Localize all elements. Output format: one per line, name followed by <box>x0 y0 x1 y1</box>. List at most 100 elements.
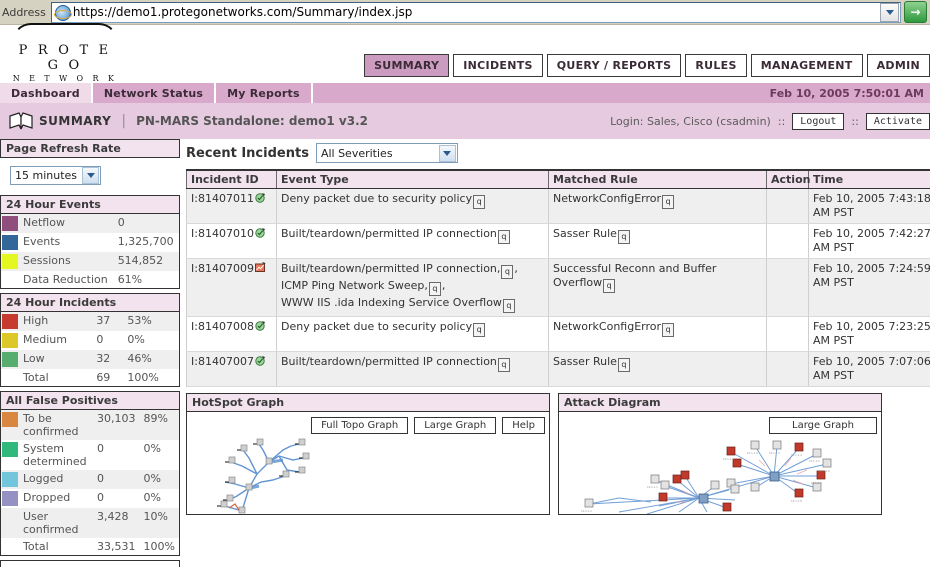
nav-tab-management[interactable]: MANAGEMENT <box>751 54 863 77</box>
column-header-action[interactable]: Action <box>767 170 809 189</box>
query-icon[interactable]: q <box>503 299 515 313</box>
table-row[interactable]: I:81407008 Deny packet due to security p… <box>187 317 930 352</box>
legend-swatch-system-determined <box>1 440 19 470</box>
table-row[interactable]: I:81407009 Built/teardown/permitted IP c… <box>187 259 930 317</box>
query-icon[interactable]: q <box>618 358 630 372</box>
event-type-text: Built/teardown/permitted IP connection <box>281 227 497 240</box>
incident-id[interactable]: I:81407009 <box>191 262 254 275</box>
column-header-matched-rule[interactable]: Matched Rule <box>549 170 767 189</box>
green-check-icon[interactable] <box>255 355 266 366</box>
matched-rule-cell[interactable]: NetworkConfigErrorq <box>549 317 767 352</box>
table-row[interactable]: Logged 0 0% <box>1 470 179 489</box>
event-type-cell[interactable]: Built/teardown/permitted IP connection,q… <box>277 259 549 317</box>
severity-filter-select[interactable]: All Severities <box>316 143 458 163</box>
table-row[interactable]: User confirmed 3,428 10% <box>1 508 179 538</box>
query-icon[interactable]: q <box>662 323 674 337</box>
incident-id[interactable]: I:81407011 <box>191 192 254 205</box>
table-row[interactable]: Medium 0 0% <box>1 331 179 350</box>
event-type-cell[interactable]: Built/teardown/permitted IP connectionq <box>277 352 549 387</box>
activate-button[interactable]: Activate <box>866 113 930 130</box>
green-check-icon[interactable] <box>255 320 266 331</box>
query-icon[interactable]: q <box>603 279 615 293</box>
hotspot-large-graph-button[interactable]: Large Graph <box>414 417 496 434</box>
incident-id[interactable]: I:81407010 <box>191 227 254 240</box>
fp-value: 0 <box>93 440 140 470</box>
query-icon[interactable]: q <box>429 282 441 296</box>
full-topo-graph-button[interactable]: Full Topo Graph <box>311 417 408 434</box>
address-url-text: https://demo1.protegonetworks.com/Summar… <box>73 5 879 19</box>
matched-rule-cell[interactable]: Sasser Ruleq <box>549 352 767 387</box>
svg-text:10.2.1.1: 10.2.1.1 <box>647 485 658 489</box>
table-row[interactable]: I:81407010 Built/teardown/permitted IP c… <box>187 224 930 259</box>
nav-tab-query-reports[interactable]: QUERY / REPORTS <box>547 54 682 77</box>
subnav-tab-my-reports[interactable]: My Reports <box>216 83 313 103</box>
header-timestamp: Feb 10, 2005 7:50:01 AM <box>770 83 924 103</box>
query-icon[interactable]: q <box>662 195 674 209</box>
query-icon[interactable]: q <box>498 358 510 372</box>
subnav-tab-network-status[interactable]: Network Status <box>93 83 216 103</box>
query-icon[interactable]: q <box>473 195 485 209</box>
table-row[interactable]: I:81407011 Deny packet due to security p… <box>187 189 930 224</box>
incident-id-cell[interactable]: I:81407010 <box>187 224 277 259</box>
column-header-event-type[interactable]: Event Type <box>277 170 549 189</box>
hotspot-graph-canvas[interactable] <box>187 436 549 514</box>
subnav-tab-dashboard[interactable]: Dashboard <box>0 83 93 103</box>
logout-button[interactable]: Logout <box>792 113 844 130</box>
table-row[interactable]: Low 32 46% <box>1 350 179 369</box>
event-type-cell[interactable]: Deny packet due to security policyq <box>277 317 549 352</box>
column-header-time[interactable]: Time <box>809 170 930 189</box>
green-check-icon[interactable] <box>255 192 266 203</box>
red-chart-icon[interactable] <box>255 262 266 273</box>
table-row[interactable]: Dropped 0 0% <box>1 489 179 508</box>
time-cell: Feb 10, 2005 7:23:25 AM PST <box>809 317 930 352</box>
chevron-down-icon[interactable] <box>82 167 99 184</box>
incident-id-cell[interactable]: I:81407007 <box>187 352 277 387</box>
panel-24-hour-events-header: 24 Hour Events <box>1 196 179 214</box>
column-header-incident-id[interactable]: Incident ID <box>187 170 277 189</box>
false-positives-table: To be confirmed 30,103 89% System determ… <box>1 410 179 555</box>
fp-pct: 10% <box>140 508 179 538</box>
fp-pct: 0% <box>140 470 179 489</box>
incident-id-cell[interactable]: I:81407009 <box>187 259 277 317</box>
matched-rule-cell[interactable]: Successful Reconn and Buffer Overflowq <box>549 259 767 317</box>
chevron-down-icon[interactable] <box>439 145 456 162</box>
incident-id-cell[interactable]: I:81407011 <box>187 189 277 224</box>
incident-id[interactable]: I:81407008 <box>191 320 254 333</box>
address-input[interactable]: https://demo1.protegonetworks.com/Summar… <box>51 2 901 23</box>
event-type-cell[interactable]: Built/teardown/permitted IP connectionq <box>277 224 549 259</box>
nav-tab-incidents[interactable]: INCIDENTS <box>453 54 542 77</box>
event-type-cell[interactable]: Deny packet due to security policyq <box>277 189 549 224</box>
table-row[interactable]: I:81407007 Built/teardown/permitted IP c… <box>187 352 930 387</box>
nav-tab-summary[interactable]: SUMMARY <box>364 54 449 77</box>
graph-panels: HotSpot Graph Full Topo Graph Large Grap… <box>186 393 930 515</box>
query-icon[interactable]: q <box>501 265 513 279</box>
fp-label: Logged <box>19 470 93 489</box>
table-row[interactable]: High 37 53% <box>1 312 179 331</box>
incident-id-cell[interactable]: I:81407008 <box>187 317 277 352</box>
query-icon[interactable]: q <box>498 230 510 244</box>
table-row[interactable]: Netflow 0 <box>1 214 179 233</box>
fp-value: 0 <box>93 470 140 489</box>
attack-diagram-canvas[interactable]: 10.1.1.110.1.1.2 10.1.1.310.1.1.4 10.1.1… <box>559 436 881 514</box>
attack-large-graph-button[interactable]: Large Graph <box>769 417 877 434</box>
green-check-icon[interactable] <box>255 227 266 238</box>
hotspot-help-button[interactable]: Help <box>502 417 545 434</box>
table-row[interactable]: To be confirmed 30,103 89% <box>1 410 179 440</box>
table-header-row: Incident ID Event Type Matched Rule Acti… <box>187 170 930 189</box>
table-row[interactable]: Events 1,325,700 <box>1 233 179 252</box>
table-row[interactable]: Sessions 514,852 <box>1 252 179 271</box>
query-icon[interactable]: q <box>618 230 630 244</box>
matched-rule-cell[interactable]: NetworkConfigErrorq <box>549 189 767 224</box>
matched-rule-cell[interactable]: Sasser Ruleq <box>549 224 767 259</box>
fp-label: To be confirmed <box>19 410 93 440</box>
go-button[interactable]: → <box>904 1 927 23</box>
summary-separator: | <box>121 113 126 129</box>
nav-tab-admin[interactable]: ADMIN <box>867 54 930 77</box>
query-icon[interactable]: q <box>473 323 485 337</box>
nav-tab-rules[interactable]: RULES <box>685 54 746 77</box>
fp-value: 3,428 <box>93 508 140 538</box>
page-refresh-rate-select[interactable]: 15 minutes <box>10 166 101 185</box>
incident-id[interactable]: I:81407007 <box>191 355 254 368</box>
address-dropdown-icon[interactable] <box>880 3 899 22</box>
table-row[interactable]: System determined 0 0% <box>1 440 179 470</box>
